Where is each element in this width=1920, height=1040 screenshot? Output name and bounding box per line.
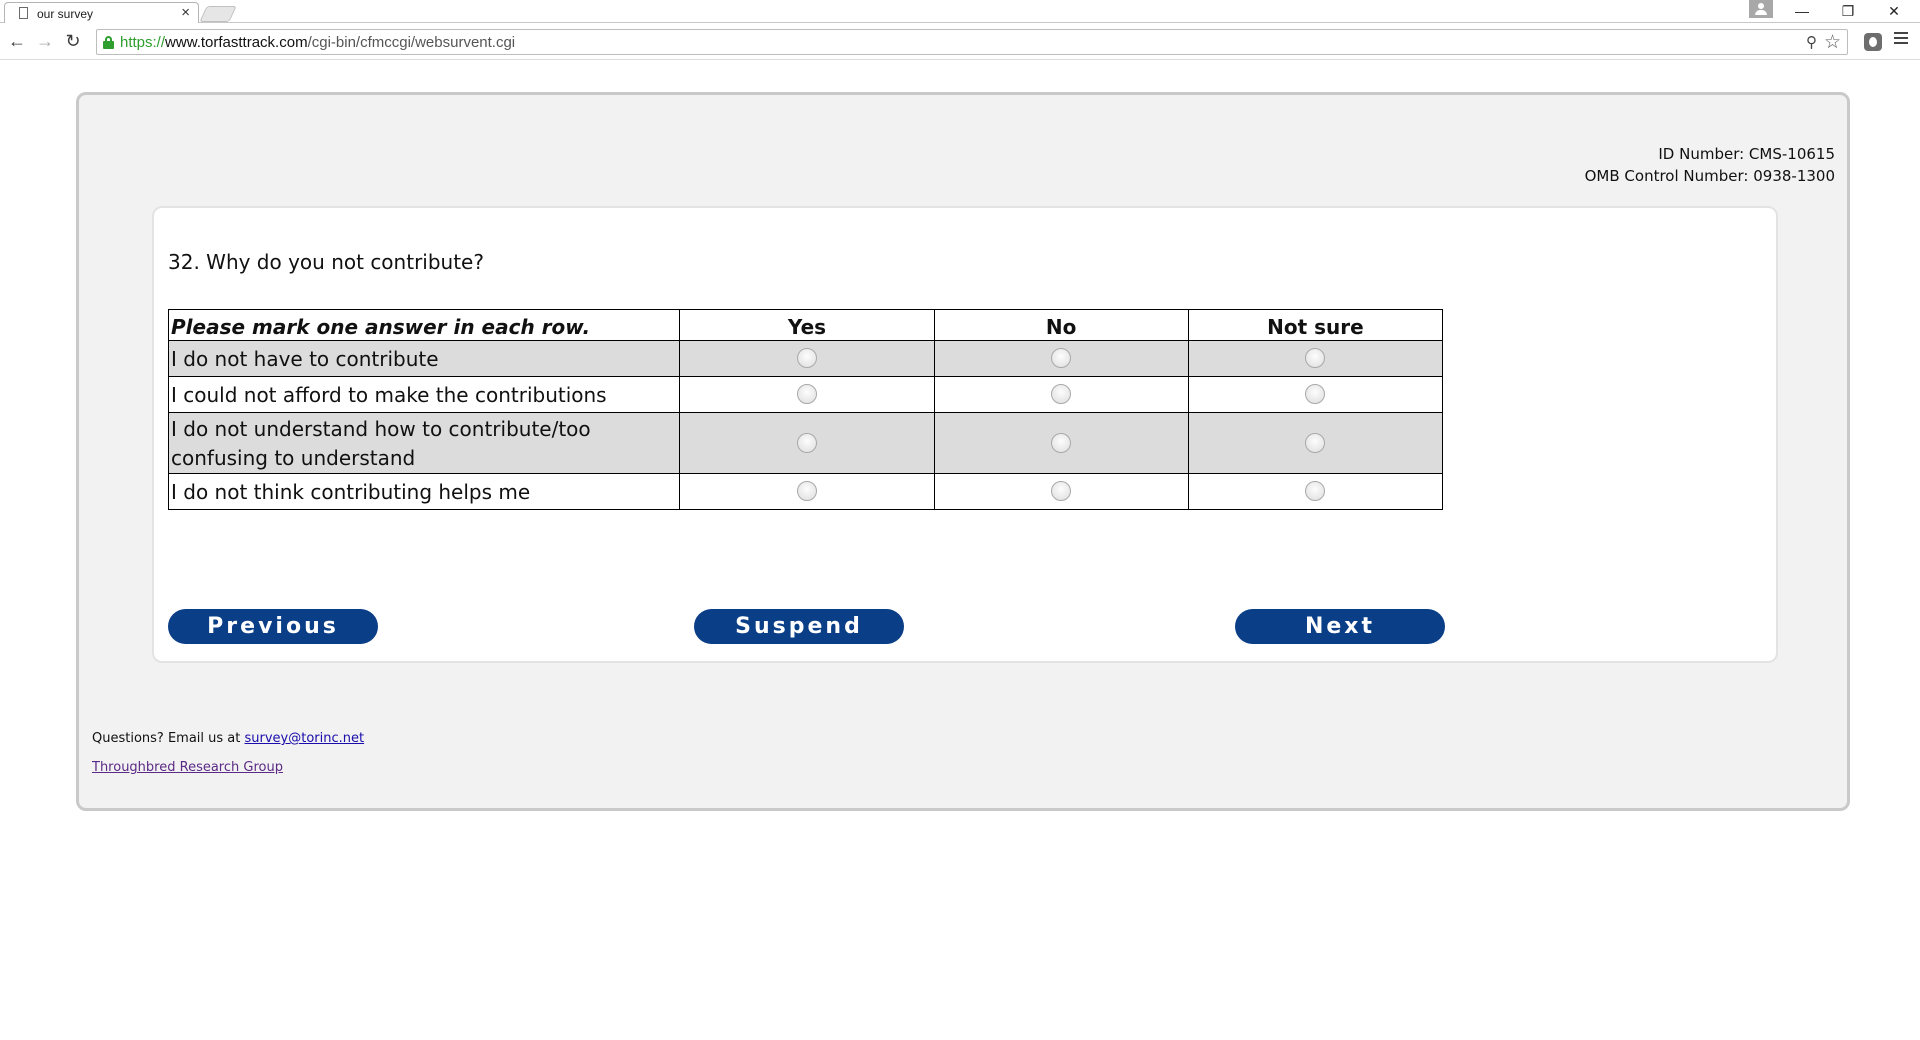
menu-icon[interactable]	[1894, 32, 1908, 48]
column-not-sure: Not sure	[1187, 309, 1444, 341]
form-identifiers: ID Number: CMS-10615 OMB Control Number:…	[1585, 143, 1835, 187]
answer-grid: Please mark one answer in each row. Yes …	[167, 309, 1444, 510]
reload-button[interactable]: ↻	[62, 30, 84, 52]
table-row: I could not afford to make the contribut…	[167, 376, 1444, 413]
row-label: I do not understand how to contribute/to…	[167, 412, 681, 474]
browser-toolbar: ← → ↻ https://www.torfasttrack.com/cgi-b…	[0, 24, 1920, 60]
restore-button[interactable]: ❐	[1826, 0, 1870, 22]
suspend-button[interactable]: Suspend	[694, 609, 904, 644]
radio-row3-not-sure[interactable]	[1305, 432, 1326, 453]
survey-container: ID Number: CMS-10615 OMB Control Number:…	[76, 92, 1850, 811]
radio-row4-not-sure[interactable]	[1305, 481, 1326, 501]
radio-row1-no[interactable]	[1051, 348, 1072, 368]
radio-row4-yes[interactable]	[796, 481, 817, 501]
minimize-button[interactable]: —	[1780, 0, 1824, 22]
lock-icon	[103, 36, 114, 49]
forward-button[interactable]: →	[34, 30, 56, 52]
extension-icon[interactable]	[1864, 33, 1882, 51]
radio-row3-no[interactable]	[1051, 432, 1072, 453]
radio-row3-yes[interactable]	[796, 432, 817, 453]
url-text[interactable]: https://www.torfasttrack.com/cgi-bin/cfm…	[120, 34, 515, 51]
omb-control-number: OMB Control Number: 0938-1300	[1584, 167, 1835, 185]
close-tab-icon[interactable]: ×	[181, 4, 190, 21]
radio-row4-no[interactable]	[1051, 481, 1072, 501]
zoom-icon[interactable]: ⚲	[1806, 33, 1817, 51]
question-card: 32. Why do you not contribute? Please ma…	[152, 206, 1778, 663]
back-button[interactable]: ←	[6, 30, 28, 52]
table-row: I do not think contributing helps me	[167, 473, 1444, 510]
user-profile-icon[interactable]	[1749, 0, 1773, 18]
tab-strip: our survey × — ❐ ✕	[0, 0, 1920, 23]
id-number: ID Number: CMS-10615	[1658, 145, 1835, 163]
grid-header-row: Please mark one answer in each row. Yes …	[167, 309, 1444, 341]
row-label: I do not have to contribute	[167, 340, 681, 377]
radio-row1-not-sure[interactable]	[1305, 348, 1326, 368]
question-text: 32. Why do you not contribute?	[168, 250, 484, 274]
radio-row1-yes[interactable]	[796, 348, 817, 368]
new-tab-button[interactable]	[199, 6, 237, 22]
email-link[interactable]: survey@torinc.net	[245, 731, 365, 746]
table-row: I do not have to contribute	[167, 340, 1444, 377]
row-label: I could not afford to make the contribut…	[167, 376, 681, 413]
column-no: No	[933, 309, 1189, 341]
radio-row2-no[interactable]	[1051, 384, 1072, 404]
next-button[interactable]: Next	[1235, 609, 1445, 644]
radio-row2-not-sure[interactable]	[1305, 384, 1326, 404]
browser-tab[interactable]: our survey ×	[4, 2, 199, 23]
previous-button[interactable]: Previous	[168, 609, 378, 644]
contact-line: Questions? Email us at survey@torinc.net	[92, 731, 365, 746]
table-row: I do not understand how to contribute/to…	[167, 412, 1444, 474]
close-window-button[interactable]: ✕	[1872, 0, 1916, 22]
page-icon	[19, 7, 28, 19]
star-icon[interactable]: ☆	[1824, 31, 1841, 54]
radio-row2-yes[interactable]	[796, 384, 817, 404]
org-link[interactable]: Throughbred Research Group	[92, 760, 283, 775]
address-bar[interactable]: https://www.torfasttrack.com/cgi-bin/cfm…	[96, 29, 1848, 55]
tab-title: our survey	[37, 7, 94, 21]
column-yes: Yes	[679, 309, 935, 341]
row-label: I do not think contributing helps me	[167, 473, 681, 510]
grid-instruction: Please mark one answer in each row.	[167, 309, 681, 341]
